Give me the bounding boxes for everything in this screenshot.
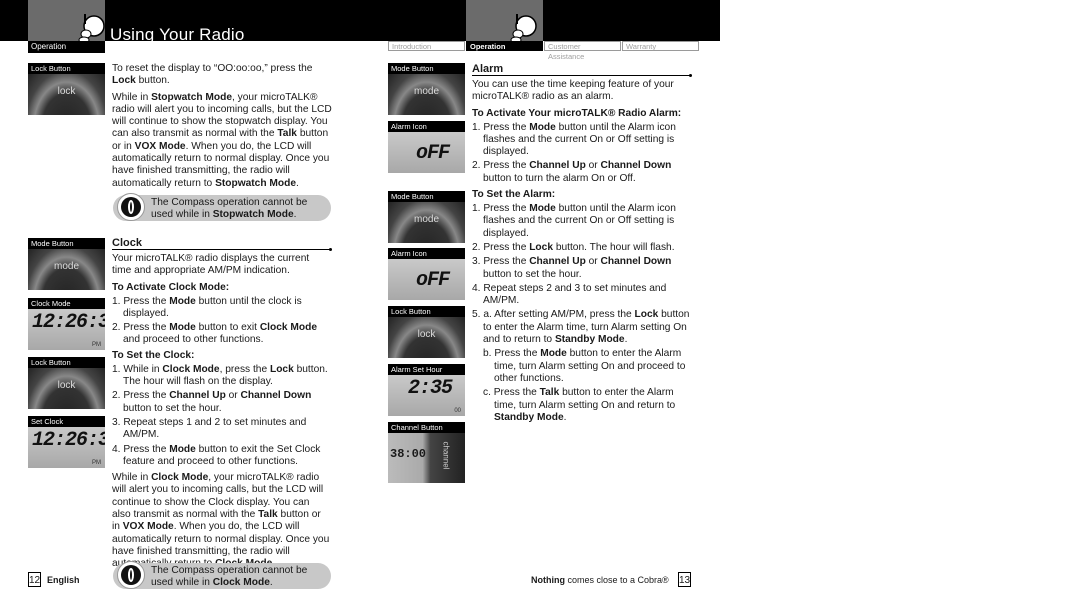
page-title: Using Your Radio xyxy=(110,25,245,44)
compass-note-clock: The Compass operation cannot be used whi… xyxy=(113,561,331,589)
page-number-right: 13 xyxy=(678,572,691,587)
step-item: 4. Repeat steps 2 and 3 to set minutes a… xyxy=(472,282,667,307)
thumb-lock-button-2: Lock Button lock xyxy=(28,357,105,409)
thumb-mode-button: Mode Button mode xyxy=(388,63,465,115)
thumb-lock-button: Lock Button lock xyxy=(388,306,465,358)
step-item: 5. a. After setting AM/PM, press the Loc… xyxy=(472,309,690,346)
nav-tab-customer-assistance[interactable]: Customer Assistance xyxy=(544,41,621,61)
alarm-heading: Alarm xyxy=(472,63,504,75)
clock-section: Clock Your microTALK® radio displays the… xyxy=(112,237,332,571)
thumb-mode-button: Mode Button mode xyxy=(28,238,105,290)
step-item: 4. Press the Mode button to exit the Set… xyxy=(112,443,321,467)
section-label: Operation xyxy=(28,41,105,53)
rich-text: While in Stopwatch Mode, your microTALK®… xyxy=(112,91,332,189)
step-item: b. Press the Mode button to enter the Al… xyxy=(483,348,686,384)
thumb-lock-button: Lock Button lock xyxy=(28,63,105,115)
step-item: 1. Press the Mode button until the Alarm… xyxy=(472,203,676,239)
page-number-left: 12 xyxy=(28,572,41,587)
thumb-alarm-icon-2: Alarm Icon oFF xyxy=(388,248,465,300)
rich-text: The Compass operation cannot be used whi… xyxy=(151,197,308,220)
heading-rule xyxy=(472,74,692,77)
compass-note-stopwatch: The Compass operation cannot be used whi… xyxy=(113,193,331,221)
thumb-alarm-icon: Alarm Icon oFF xyxy=(388,121,465,173)
alarm-section: Alarm You can use the time keeping featu… xyxy=(472,63,692,424)
step-item: 1. While in Clock Mode, press the Lock b… xyxy=(112,363,328,388)
nav-tab-operation[interactable]: Operation xyxy=(466,41,543,51)
compass-icon xyxy=(117,193,145,221)
section-tab-operation-right xyxy=(466,0,543,44)
nav-tab-introduction[interactable]: Introduction xyxy=(388,41,465,51)
rich-text: To reset the display to “OO:oo:oo,” pres… xyxy=(112,63,313,87)
page-language: English xyxy=(47,575,80,585)
alarm-activate-steps: 1. Press the Mode button until the Alarm… xyxy=(472,122,690,185)
rich-text: The Compass operation cannot be used whi… xyxy=(151,565,308,588)
alarm-set-steps: 1. Press the Mode button until the Alarm… xyxy=(472,203,690,424)
thumb-channel-button: Channel Button 38:00 channel xyxy=(388,422,465,483)
step-item: 1. Press the Mode button until the Alarm… xyxy=(472,121,676,158)
compass-icon xyxy=(117,561,145,589)
step-item: 1. Press the Mode button until the clock… xyxy=(112,295,302,319)
step-item: 2. Press the Lock button. The hour will … xyxy=(472,241,675,253)
step-item: c. Press the Talk button to enter the Al… xyxy=(483,387,676,423)
thumb-set-clock: Set Clock 12:26:34PM xyxy=(28,416,105,468)
nav-tab-warranty[interactable]: Warranty xyxy=(622,41,699,51)
step-item: 3. Repeat steps 1 and 2 to set minutes a… xyxy=(112,416,307,441)
thumb-mode-button-2: Mode Button mode xyxy=(388,191,465,243)
step-item: 2. Press the Channel Up or Channel Down … xyxy=(472,160,672,184)
thumb-alarm-set-hour: Alarm Set Hour 2:35 00 xyxy=(388,364,465,416)
rich-text: While in Clock Mode, your microTALK® rad… xyxy=(112,472,330,569)
clock-heading: Clock xyxy=(112,237,142,249)
step-item: 3. Press the Channel Up or Channel Down … xyxy=(472,256,672,280)
clock-set-steps: 1. While in Clock Mode, press the Lock b… xyxy=(112,364,330,468)
step-item: 2. Press the Mode button to exit Clock M… xyxy=(112,322,317,346)
stopwatch-reset-text: To reset the display to “OO:oo:oo,” pres… xyxy=(112,63,337,190)
step-item: 2. Press the Channel Up or Channel Down … xyxy=(112,390,312,414)
brand-tagline: Nothing comes close to a Cobra® xyxy=(531,575,669,585)
section-tab-operation xyxy=(28,0,105,44)
heading-rule xyxy=(112,248,332,251)
thumb-clock-mode: Clock Mode 12:26:34PM xyxy=(28,298,105,350)
clock-activate-steps: 1. Press the Mode button until the clock… xyxy=(112,296,330,347)
